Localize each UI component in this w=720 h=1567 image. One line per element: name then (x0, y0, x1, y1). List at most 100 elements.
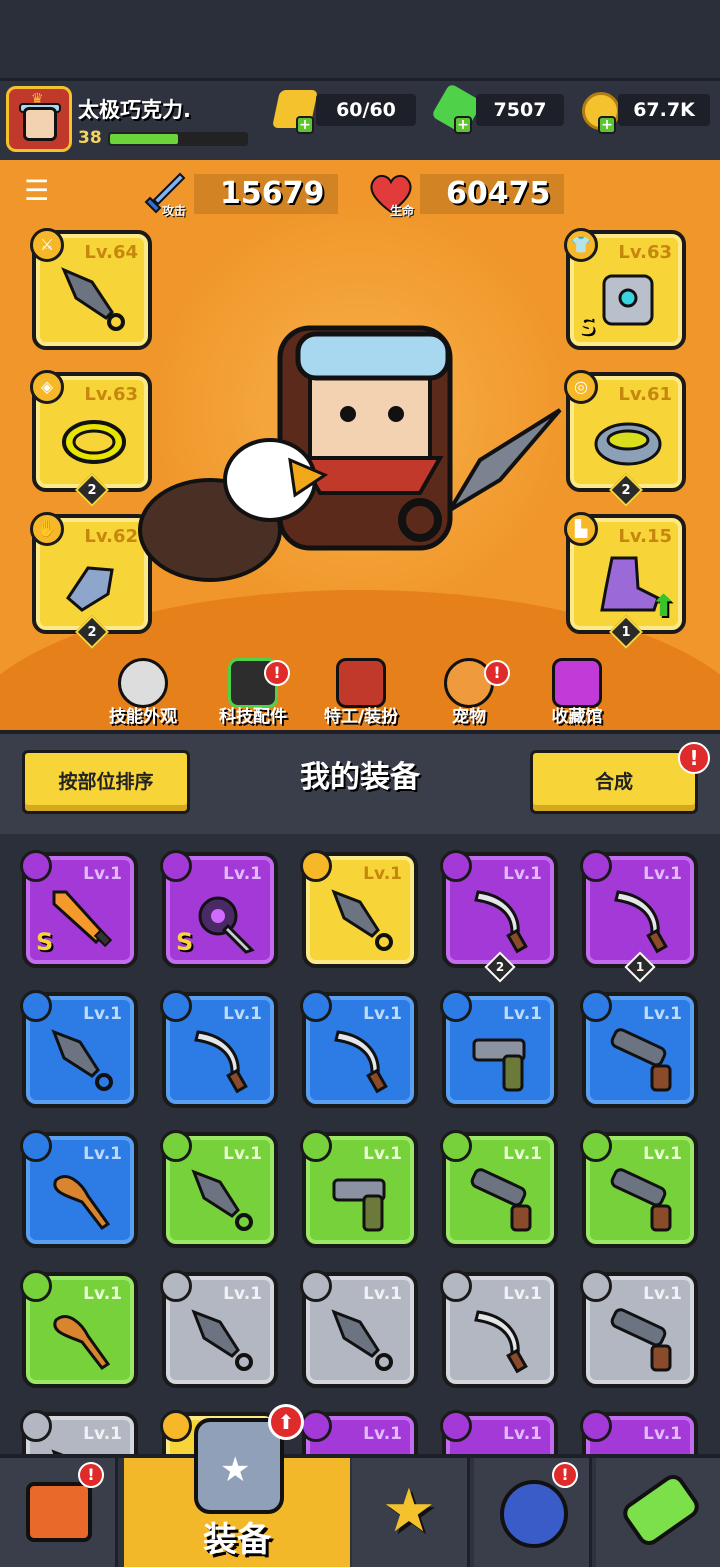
revolver-icon (472, 1038, 526, 1092)
energy-value: 60/60 (316, 94, 416, 126)
weapon-type-icon (580, 850, 612, 882)
scimitar-icon (474, 1310, 528, 1374)
events-badge: ! (552, 1462, 578, 1488)
equip-slot-belt[interactable]: ◎ Lv.61 2 (564, 370, 686, 507)
equip-slot-armor[interactable]: 👕 Lv.63 S (564, 228, 686, 350)
pets-badge: ! (484, 660, 510, 686)
gloves-icon (66, 566, 114, 612)
inventory-item[interactable]: Lv.1 (580, 1130, 698, 1248)
inventory-item[interactable]: Lv.1 (440, 1270, 558, 1388)
inventory-item[interactable]: Lv.1 (300, 1270, 418, 1388)
inventory-item[interactable]: Lv.1 (300, 1130, 418, 1248)
tab-skill-skins[interactable]: 技能外观 (88, 658, 198, 727)
item-level: Lv.1 (83, 1004, 122, 1024)
weapon-type-icon (580, 1410, 612, 1442)
planet-stars-icon (500, 1480, 568, 1548)
merge-badge: ! (678, 742, 710, 774)
menu-list-icon[interactable]: ☰ (24, 176, 58, 206)
shop-badge: ! (78, 1462, 104, 1488)
item-level: Lv.1 (83, 1424, 122, 1444)
tab-agents-outfit[interactable]: 特工/装扮 (306, 658, 416, 727)
item-level: Lv.1 (643, 1004, 682, 1024)
equip-slot-weapon[interactable]: ⚔ Lv.64 (30, 228, 152, 350)
hp-value: 60475 (420, 174, 564, 214)
tech-parts-badge: ! (264, 660, 290, 686)
giant-kunai (398, 408, 562, 542)
inventory-item[interactable]: Lv.1 (20, 1270, 138, 1388)
add-gems-button[interactable]: + (454, 116, 472, 134)
item-level: Lv.1 (223, 1144, 262, 1164)
item-level: Lv.1 (643, 1284, 682, 1304)
attack-value: 15679 (194, 174, 338, 214)
inventory-item[interactable]: Lv.1 (160, 1130, 278, 1248)
item-level: Lv.1 (503, 864, 542, 884)
item-level: Lv.1 (643, 864, 682, 884)
inventory-item[interactable]: Lv.1 (300, 850, 418, 968)
kunai-icon (51, 1449, 64, 1454)
inventory-item[interactable]: Lv.1 (20, 1410, 138, 1454)
item-level: Lv.1 (363, 1144, 402, 1164)
nav-equipment-label: 装备 (203, 1520, 271, 1560)
weapon-type-icon (160, 1130, 192, 1162)
item-level: Lv.1 (83, 1284, 122, 1304)
merge-button[interactable]: 合成 (530, 750, 698, 814)
upgrade-arrow-icon: ⬆ (650, 589, 676, 624)
inventory-item[interactable]: Lv.1 S (20, 850, 138, 968)
inventory-item[interactable]: Lv.1 S (160, 850, 278, 968)
weapon-type-icon (440, 990, 472, 1022)
inventory-item[interactable]: Lv.1 (300, 1410, 418, 1454)
weapon-type-icon (20, 1130, 52, 1162)
gloves-slot-icon: ✋ (30, 512, 64, 546)
inventory-item[interactable]: Lv.1 2 (440, 850, 558, 983)
inventory-item[interactable]: Lv.1 (580, 1410, 698, 1454)
inventory-item[interactable]: Lv.1 (160, 1270, 278, 1388)
weapon-type-icon (160, 1410, 192, 1442)
item-level: Lv.1 (363, 864, 402, 884)
weapon-type-icon (440, 1410, 472, 1442)
inventory-item[interactable]: Lv.1 (440, 1130, 558, 1248)
dark-blade-icon (198, 896, 255, 954)
shotgun-icon (610, 1028, 672, 1092)
inventory-item[interactable]: Lv.1 1 (580, 850, 698, 983)
player-avatar[interactable]: ♛ (6, 86, 72, 152)
weapon-type-icon (160, 850, 192, 882)
xp-bar-fill (110, 134, 178, 144)
flame-sword-icon (52, 890, 113, 948)
shop-icon (26, 1482, 92, 1542)
equip-slot-boots[interactable]: ▙ Lv.15 ⬆ 1 (564, 512, 686, 649)
item-level: Lv.1 (363, 1284, 402, 1304)
inventory-grid: Lv.1 S Lv.1 S Lv.1 Lv.1 2 Lv.1 1 Lv.1 Lv.1 Lv.1 Lv.1… (0, 834, 720, 1454)
inventory-item[interactable]: Lv.1 (580, 1270, 698, 1388)
tab-collection[interactable]: 收藏馆 (522, 658, 632, 727)
weapon-type-icon (300, 1130, 332, 1162)
item-level: Lv.1 (83, 864, 122, 884)
item-level: Lv.1 (223, 1004, 262, 1024)
weapon-type-icon (300, 1270, 332, 1302)
player-name: 太极巧克力. (78, 98, 191, 122)
inventory-item[interactable]: Lv.1 (440, 990, 558, 1108)
add-energy-button[interactable]: + (296, 116, 314, 134)
chest-icon (552, 658, 602, 708)
inventory-item[interactable]: Lv.1 (580, 990, 698, 1108)
weapon-type-icon (20, 850, 52, 882)
nav-battle[interactable]: ★ (352, 1458, 470, 1567)
agent-head-icon (336, 658, 386, 708)
nav-gene-lab[interactable] (596, 1458, 720, 1567)
weapon-type-icon (160, 990, 192, 1022)
inventory-item[interactable]: Lv.1 (20, 990, 138, 1108)
inventory-item[interactable]: Lv.1 (20, 1130, 138, 1248)
avatar-face (23, 107, 57, 141)
tab-tech-parts[interactable]: 科技配件 (198, 658, 308, 727)
inventory-item[interactable]: Lv.1 (160, 990, 278, 1108)
inventory-item[interactable]: Lv.1 (440, 1410, 558, 1454)
attack-label: 攻击 (162, 204, 187, 218)
armor-icon (602, 274, 654, 326)
shotgun-icon (610, 1168, 672, 1232)
item-level: Lv.1 (503, 1004, 542, 1024)
item-level: Lv.1 (223, 1284, 262, 1304)
inventory-item[interactable]: Lv.1 (300, 990, 418, 1108)
kunai-icon (51, 1029, 113, 1091)
weapon-type-icon (300, 850, 332, 882)
grade-s-badge: S (578, 312, 596, 340)
add-coins-button[interactable]: + (598, 116, 616, 134)
